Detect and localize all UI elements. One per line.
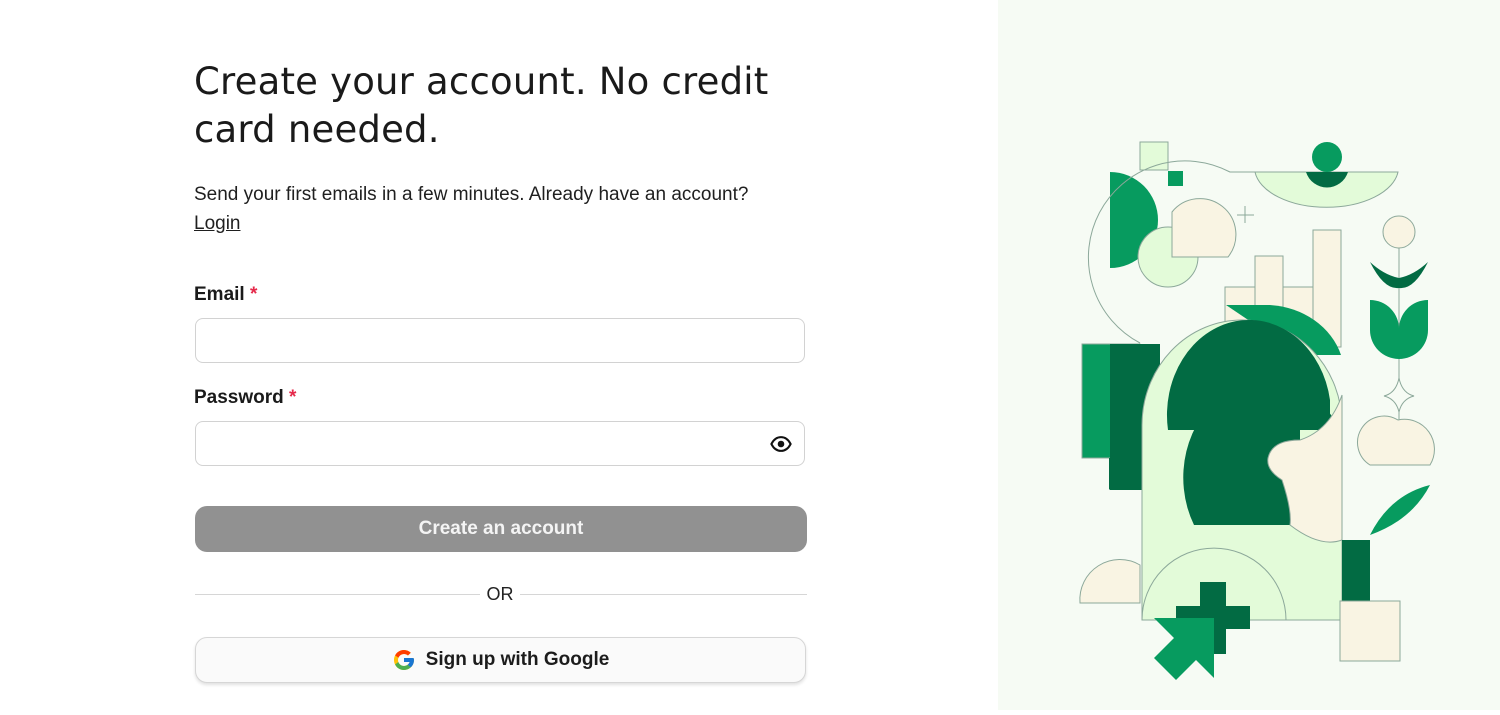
google-logo-icon (393, 650, 414, 670)
google-signup-label: Sign up with Google (425, 649, 610, 670)
required-marker: * (249, 284, 258, 305)
login-link[interactable]: Login (194, 213, 241, 234)
email-label: Email * (194, 284, 257, 306)
password-field-box (195, 421, 805, 466)
password-label: Password * (194, 387, 296, 409)
illustration-pane (998, 0, 1500, 710)
email-label-text: Email (194, 284, 245, 305)
password-field[interactable] (196, 422, 804, 465)
required-marker: * (289, 387, 297, 408)
page-title: Create your account. No credit card need… (194, 60, 769, 151)
create-account-button[interactable]: Create an account (195, 506, 807, 552)
page-subtitle: Send your first emails in a few minutes.… (194, 180, 834, 238)
subtitle-text: Send your first emails in a few minutes.… (194, 184, 749, 205)
email-field[interactable] (196, 319, 804, 362)
email-field-box (195, 318, 805, 363)
eye-icon[interactable] (770, 433, 792, 455)
signup-form-pane: Create your account. No credit card need… (0, 0, 1000, 710)
google-signup-button[interactable]: Sign up with Google (195, 637, 806, 683)
or-divider-text: OR (480, 584, 520, 605)
password-label-text: Password (194, 387, 284, 408)
decorative-illustration (1079, 141, 1435, 680)
